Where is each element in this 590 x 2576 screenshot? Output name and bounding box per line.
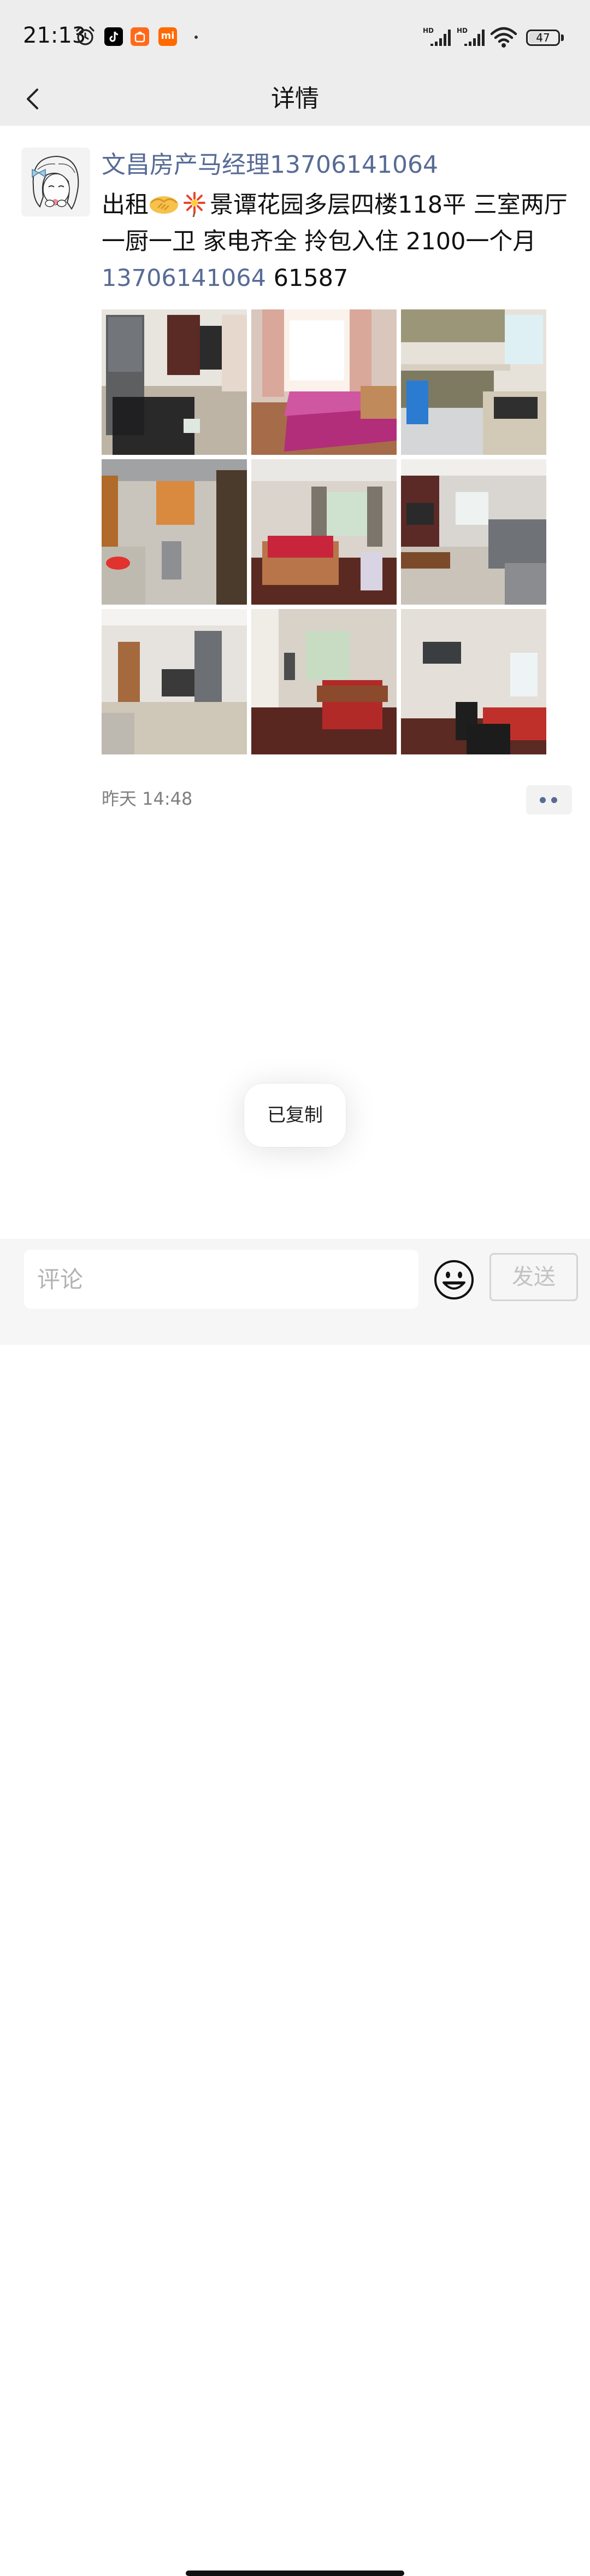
- copied-toast: 已复制: [244, 1084, 346, 1147]
- author-name[interactable]: 文昌房产马经理13706141064: [102, 149, 438, 182]
- phone-link[interactable]: 13706141064: [102, 265, 266, 292]
- more-actions-button[interactable]: [526, 785, 572, 815]
- emoji-button[interactable]: [433, 1258, 475, 1301]
- photo-bedroom-pink[interactable]: [251, 309, 397, 455]
- svg-text:HD: HD: [457, 27, 468, 34]
- battery-icon: 47: [526, 30, 560, 46]
- post-text-tail: 61587: [266, 265, 349, 292]
- photo-hallway[interactable]: [102, 609, 247, 754]
- status-bar: 21:13 mi HD HD 47: [0, 0, 590, 72]
- svg-text:HD: HD: [423, 27, 434, 34]
- photo-room-tv[interactable]: [401, 609, 546, 754]
- photo-living-room[interactable]: [102, 309, 247, 455]
- photo-kitchen[interactable]: [401, 309, 546, 455]
- title-bar: 详情: [0, 72, 590, 126]
- post-time: 昨天 14:48: [102, 788, 193, 809]
- alarm-icon: [76, 26, 95, 45]
- comment-bar: 发送: [0, 1239, 590, 2576]
- more-dot-icon: [540, 797, 546, 803]
- avatar[interactable]: [21, 148, 90, 216]
- post-content: 出租 景谭花园多层四楼118平 三室两厅一厨一卫 家电齐全 拎包入住 2100一…: [102, 187, 571, 297]
- home-indicator[interactable]: [186, 2571, 404, 2576]
- post-text-prefix: 出租: [102, 191, 149, 219]
- battery-level-text: 47: [536, 31, 550, 44]
- more-dot-icon: [551, 797, 557, 803]
- photo-bathroom[interactable]: [102, 459, 247, 605]
- taobao-app-icon: [131, 27, 149, 46]
- comment-input[interactable]: [24, 1250, 418, 1309]
- photo-grid: [102, 309, 550, 754]
- tiktok-app-icon: [104, 27, 123, 46]
- notification-more-dot: [194, 36, 198, 39]
- handshake-emoji: [150, 196, 178, 214]
- wifi-icon: [490, 27, 517, 48]
- sparkler-emoji: [184, 192, 205, 217]
- battery-cap: [561, 34, 564, 41]
- photo-living-sofa[interactable]: [401, 459, 546, 605]
- signal-hd-icon: HD: [423, 27, 451, 46]
- send-button[interactable]: 发送: [489, 1253, 578, 1301]
- photo-bedroom-window[interactable]: [251, 609, 397, 754]
- page-title: 详情: [271, 85, 319, 113]
- mi-app-icon: mi: [158, 27, 177, 46]
- smiley-icon: [434, 1260, 474, 1299]
- signal-hd-icon: HD: [457, 27, 485, 46]
- photo-bedroom-red[interactable]: [251, 459, 397, 605]
